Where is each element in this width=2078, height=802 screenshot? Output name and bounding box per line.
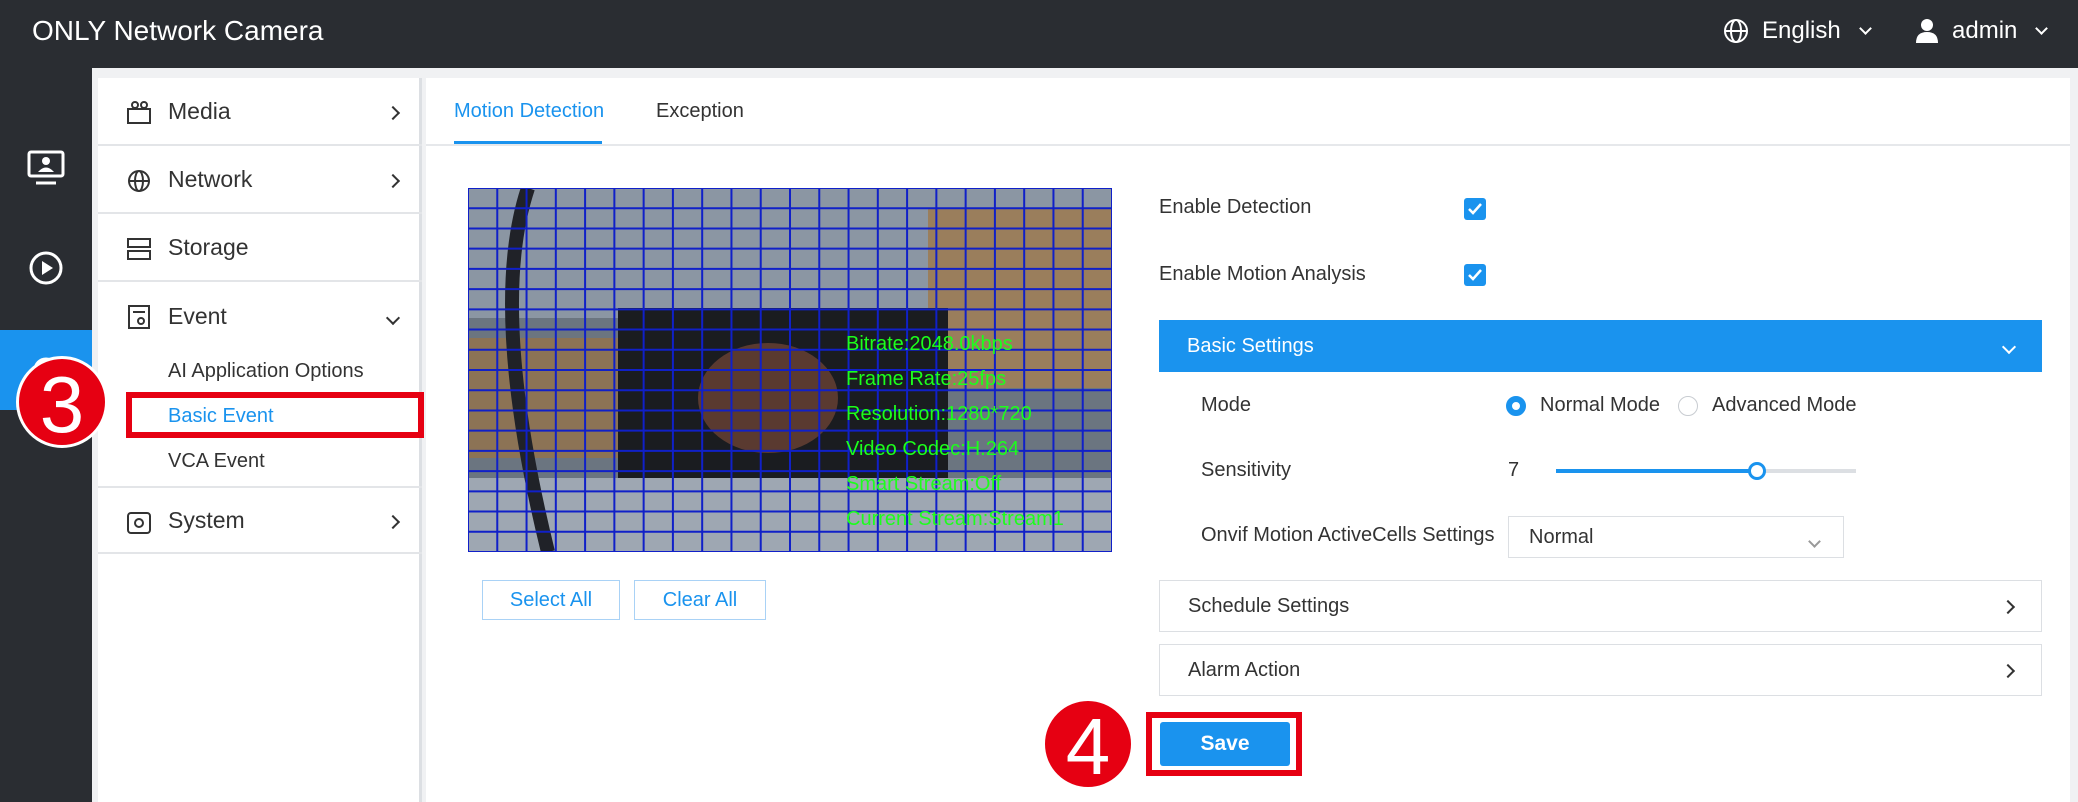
menu-item-label: Storage bbox=[168, 233, 249, 260]
overlay-video-codec: Video Codec:H.264 bbox=[846, 438, 1020, 460]
overlay-smart-stream: Smart Stream:Off bbox=[846, 473, 1002, 495]
settings-menu: Media Network Storage Event AI Applicati… bbox=[98, 78, 422, 802]
monitor-icon bbox=[27, 150, 65, 185]
menu-item-storage[interactable]: Storage bbox=[98, 214, 422, 282]
chevron-right-icon bbox=[385, 506, 401, 534]
brand-title: ONLY Network Camera bbox=[32, 15, 324, 46]
globe-icon bbox=[128, 170, 150, 192]
enable-detection-label: Enable Detection bbox=[1159, 196, 1312, 218]
active-tab-indicator bbox=[454, 141, 602, 144]
annotation-step-3: 3 bbox=[16, 356, 108, 449]
schedule-settings-header[interactable]: Schedule Settings bbox=[1159, 580, 2042, 632]
sensitivity-slider-handle[interactable] bbox=[1748, 462, 1766, 480]
annotation-highlight-basic-event bbox=[126, 392, 424, 438]
checkmark-icon bbox=[1468, 269, 1482, 281]
language-label: English bbox=[1762, 17, 1841, 44]
video-preview[interactable]: Bitrate:2048.0kbps Frame Rate:25fps Reso… bbox=[468, 188, 1112, 552]
submenu-vca-event[interactable]: VCA Event bbox=[168, 450, 265, 473]
overlay-frame-rate: Frame Rate:25fps bbox=[846, 368, 1007, 390]
language-selector[interactable]: English bbox=[1722, 14, 1872, 48]
tab-bar: Motion Detection Exception bbox=[426, 78, 2070, 146]
playback-icon bbox=[29, 251, 63, 285]
chevron-right-icon bbox=[2000, 595, 2016, 618]
overlay-current-stream: Current Stream:Stream1 bbox=[846, 508, 1064, 530]
alarm-action-title: Alarm Action bbox=[1188, 658, 1301, 681]
system-icon bbox=[127, 512, 151, 534]
user-icon bbox=[1916, 19, 1938, 43]
event-icon bbox=[128, 305, 150, 329]
chevron-down-icon bbox=[1808, 529, 1821, 552]
overlay-bitrate: Bitrate:2048.0kbps bbox=[846, 333, 1013, 355]
live-view-button[interactable] bbox=[0, 128, 92, 208]
user-label: admin bbox=[1952, 17, 2018, 44]
sensitivity-label: Sensitivity bbox=[1201, 459, 1292, 481]
menu-item-system[interactable]: System bbox=[98, 486, 422, 554]
sensitivity-value: 7 bbox=[1508, 459, 1520, 481]
user-menu[interactable]: admin bbox=[1914, 14, 2049, 48]
overlay-resolution: Resolution:1280*720 bbox=[846, 403, 1032, 425]
chevron-down-icon bbox=[1858, 21, 1872, 35]
onvif-motion-label: Onvif Motion ActiveCells Settings bbox=[1201, 524, 1495, 546]
main-content: Motion Detection Exception Bitrate:2048.… bbox=[426, 78, 2070, 802]
chevron-right-icon bbox=[2000, 659, 2016, 682]
submenu-ai-application-options[interactable]: AI Application Options bbox=[168, 360, 364, 383]
enable-detection-checkbox[interactable] bbox=[1464, 198, 1486, 220]
menu-item-label: System bbox=[168, 506, 245, 533]
onvif-motion-value: Normal bbox=[1529, 525, 1594, 548]
select-all-button[interactable]: Select All bbox=[482, 580, 620, 620]
chevron-down-icon bbox=[2035, 21, 2049, 35]
checkmark-icon bbox=[1468, 203, 1482, 215]
chevron-down-icon bbox=[2001, 335, 2017, 358]
normal-mode-radio[interactable] bbox=[1506, 396, 1526, 416]
chevron-right-icon bbox=[385, 97, 401, 125]
normal-mode-label[interactable]: Normal Mode bbox=[1540, 394, 1660, 417]
chevron-right-icon bbox=[385, 165, 401, 193]
tab-exception[interactable]: Exception bbox=[656, 100, 744, 123]
menu-item-media[interactable]: Media bbox=[98, 78, 422, 146]
playback-button[interactable] bbox=[0, 228, 92, 308]
mode-label: Mode bbox=[1201, 394, 1252, 416]
menu-item-event[interactable]: Event bbox=[98, 282, 422, 350]
alarm-action-header[interactable]: Alarm Action bbox=[1159, 644, 2042, 696]
annotation-step-4: 4 bbox=[1042, 698, 1134, 791]
sensitivity-slider[interactable] bbox=[1556, 462, 1856, 480]
advanced-mode-label[interactable]: Advanced Mode bbox=[1712, 394, 1857, 417]
chevron-down-icon bbox=[385, 302, 401, 330]
basic-settings-header[interactable]: Basic Settings bbox=[1159, 320, 2042, 372]
globe-icon bbox=[1724, 19, 1748, 43]
basic-settings-title: Basic Settings bbox=[1187, 334, 1314, 357]
menu-item-label: Event bbox=[168, 302, 227, 329]
advanced-mode-radio[interactable] bbox=[1678, 396, 1698, 416]
tab-motion-detection[interactable]: Motion Detection bbox=[454, 100, 604, 123]
top-bar: ONLY Network Camera English admin bbox=[0, 0, 2078, 68]
motion-grid[interactable] bbox=[468, 188, 1112, 552]
schedule-settings-title: Schedule Settings bbox=[1188, 594, 1350, 617]
media-icon bbox=[127, 101, 151, 124]
save-button[interactable]: Save bbox=[1160, 722, 1290, 766]
clear-all-button[interactable]: Clear All bbox=[634, 580, 766, 620]
enable-motion-analysis-checkbox[interactable] bbox=[1464, 264, 1486, 286]
enable-motion-analysis-label: Enable Motion Analysis bbox=[1159, 263, 1366, 285]
menu-item-label: Media bbox=[168, 97, 231, 124]
menu-item-network[interactable]: Network bbox=[98, 146, 422, 214]
storage-icon bbox=[127, 238, 151, 260]
sensitivity-slider-fill bbox=[1556, 469, 1757, 473]
onvif-motion-select[interactable]: Normal bbox=[1508, 516, 1844, 558]
menu-item-label: Network bbox=[168, 165, 253, 192]
